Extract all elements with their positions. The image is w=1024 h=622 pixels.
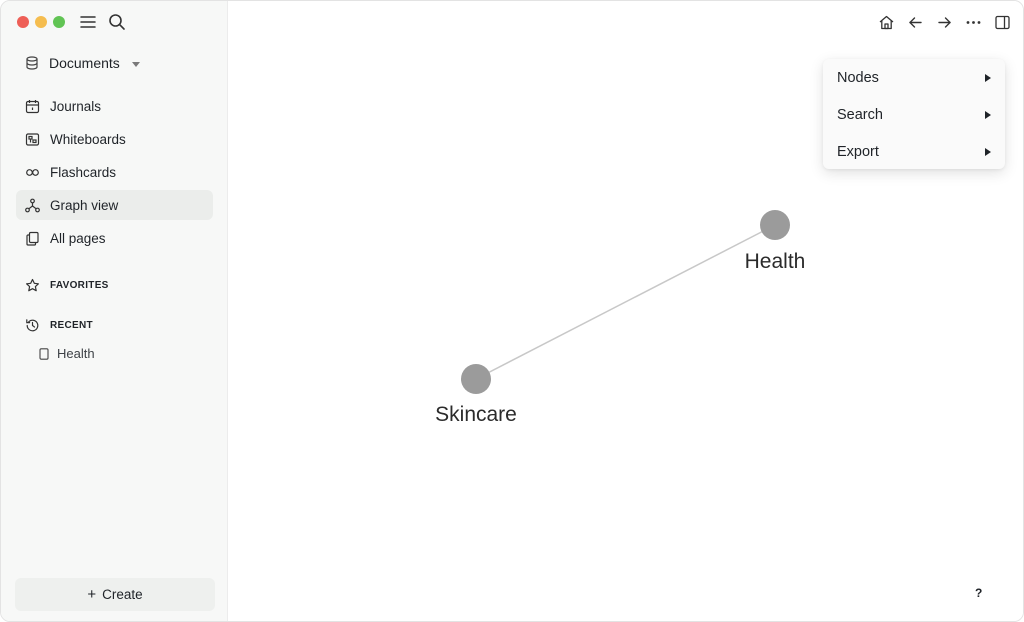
sidebar-item-whiteboards[interactable]: Whiteboards: [16, 124, 213, 154]
menu-icon[interactable]: [79, 13, 97, 31]
chevron-right-icon: [985, 110, 991, 119]
infinity-icon: [26, 168, 39, 176]
graph-node-health[interactable]: [760, 210, 790, 240]
sidebar-item-label: Flashcards: [50, 164, 117, 180]
sidebar-nav: Journals Whiteboards Flashcards Graph vi…: [16, 91, 213, 256]
graph-icon: [25, 198, 40, 212]
app-window: Documents Journals Whiteboards Flashcard…: [0, 0, 1024, 622]
recent-item-label: Health: [57, 346, 95, 361]
search-icon[interactable]: [108, 13, 126, 31]
graph-canvas[interactable]: Health Skincare Nodes Search Export ?: [229, 1, 1023, 621]
help-button[interactable]: ?: [975, 586, 982, 600]
close-window-button[interactable]: [17, 16, 29, 28]
minimize-window-button[interactable]: [35, 16, 47, 28]
sidebar-item-graph-view[interactable]: Graph view: [16, 190, 213, 220]
whiteboard-icon: [25, 132, 40, 146]
sidebar-item-label: All pages: [50, 230, 106, 246]
menu-item-nodes[interactable]: Nodes: [823, 59, 1005, 96]
menu-item-search[interactable]: Search: [823, 96, 1005, 133]
graph-node-label-health[interactable]: Health: [745, 250, 806, 273]
maximize-window-button[interactable]: [53, 16, 65, 28]
graph-selector[interactable]: Documents: [17, 49, 197, 77]
graph-node-skincare[interactable]: [461, 364, 491, 394]
database-icon: [26, 56, 38, 70]
menu-item-label: Nodes: [837, 69, 879, 86]
favorites-title: FAVORITES: [50, 280, 109, 291]
recent-title: RECENT: [50, 320, 93, 331]
recent-section-header[interactable]: RECENT: [25, 318, 93, 333]
chevron-down-icon: [131, 61, 140, 67]
history-icon: [26, 319, 39, 332]
create-button[interactable]: + Create: [15, 578, 215, 611]
calendar-icon: [25, 99, 40, 113]
graph-name: Documents: [49, 55, 120, 71]
graph-node-label-skincare[interactable]: Skincare: [435, 403, 517, 426]
graph-edge: [475, 224, 776, 380]
sidebar-item-label: Whiteboards: [50, 131, 126, 147]
page-icon: [39, 347, 49, 360]
menu-item-label: Export: [837, 143, 879, 160]
chevron-right-icon: [985, 147, 991, 156]
left-sidebar: Documents Journals Whiteboards Flashcard…: [1, 1, 228, 621]
sidebar-item-flashcards[interactable]: Flashcards: [16, 157, 213, 187]
sidebar-item-label: Graph view: [50, 197, 119, 213]
star-icon: [26, 278, 39, 292]
sidebar-item-all-pages[interactable]: All pages: [16, 223, 213, 253]
favorites-section-header[interactable]: FAVORITES: [25, 278, 109, 293]
menu-item-export[interactable]: Export: [823, 133, 1005, 170]
chevron-right-icon: [985, 73, 991, 82]
sidebar-item-label: Journals: [50, 98, 102, 114]
recent-item-health[interactable]: Health: [39, 346, 95, 361]
create-label: Create: [102, 587, 143, 602]
pages-icon: [26, 231, 39, 246]
plus-icon: +: [87, 586, 97, 603]
graph-settings-menu: Nodes Search Export: [823, 59, 1005, 169]
sidebar-item-journals[interactable]: Journals: [16, 91, 213, 121]
menu-item-label: Search: [837, 106, 883, 123]
window-controls: [17, 16, 65, 28]
